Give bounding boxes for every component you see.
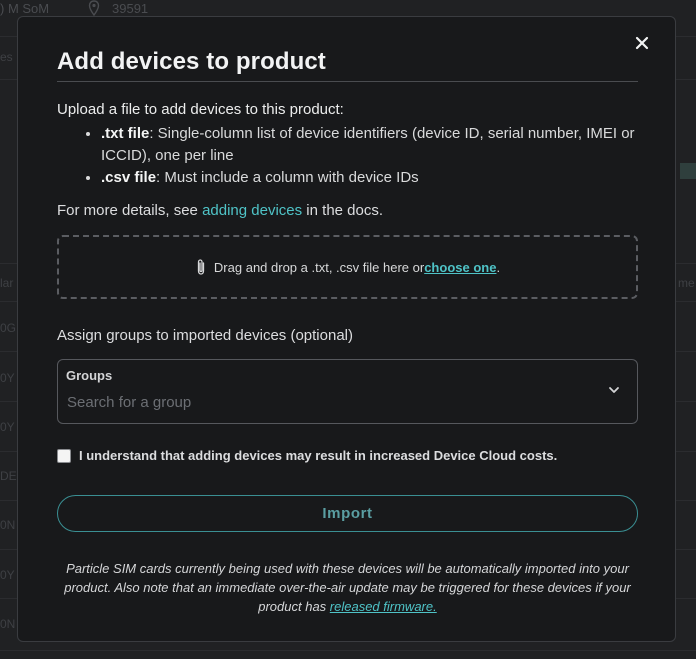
modal-title: Add devices to product <box>57 48 326 75</box>
assign-groups-label: Assign groups to imported devices (optio… <box>57 327 353 344</box>
close-button[interactable] <box>631 32 653 54</box>
acknowledge-checkbox[interactable] <box>57 448 71 463</box>
docs-prefix: For more details, see <box>57 202 203 219</box>
background-text: 0G <box>0 321 17 335</box>
background-text: 0Y <box>0 568 15 582</box>
add-devices-modal: Add devices to product Upload a file to … <box>17 16 676 642</box>
background-text: lar <box>0 276 14 290</box>
format-label: .txt file <box>101 125 150 142</box>
background-text: 0N <box>0 518 16 532</box>
sim-import-note: Particle SIM cards currently being used … <box>57 559 638 616</box>
background-chip <box>680 163 696 179</box>
list-item: .txt file: Single-column list of device … <box>101 123 642 167</box>
background-text: me <box>678 276 695 290</box>
background-divider <box>0 650 696 651</box>
import-button[interactable]: Import <box>57 495 638 532</box>
title-divider <box>57 81 638 82</box>
background-text: 0N <box>0 617 16 631</box>
docs-reference: For more details, see adding devices in … <box>57 202 383 219</box>
groups-select[interactable]: Groups <box>57 359 638 424</box>
background-text: es <box>0 50 13 64</box>
background-text: ) M SoM <box>0 1 50 16</box>
chevron-down-icon[interactable] <box>606 382 622 398</box>
file-format-list: .txt file: Single-column list of device … <box>57 123 642 189</box>
list-item: .csv file: Must include a column with de… <box>101 167 642 189</box>
cost-acknowledgement[interactable]: I understand that adding devices may res… <box>57 448 557 463</box>
dropzone-text: Drag and drop a .txt, .csv file here or <box>213 259 425 275</box>
docs-suffix: in the docs. <box>302 202 384 219</box>
choose-file-link[interactable]: choose one <box>424 260 496 275</box>
format-label: .csv file <box>101 169 157 186</box>
background-text: 0Y <box>0 420 15 434</box>
paperclip-icon <box>195 258 207 276</box>
group-search-input[interactable] <box>65 390 589 414</box>
dropzone-suffix: . <box>496 259 501 275</box>
acknowledge-label: I understand that adding devices may res… <box>79 448 558 463</box>
file-dropzone[interactable]: Drag and drop a .txt, .csv file here or … <box>57 235 638 299</box>
released-firmware-link[interactable]: released firmware. <box>330 599 437 614</box>
format-description: : Must include a column with device IDs <box>156 169 419 186</box>
adding-devices-link[interactable]: adding devices <box>202 202 302 219</box>
groups-field-label: Groups <box>66 368 113 383</box>
upload-instructions: Upload a file to add devices to this pro… <box>57 101 344 118</box>
format-description: : Single-column list of device identifie… <box>101 125 635 164</box>
close-icon <box>635 36 649 50</box>
location-pin-icon <box>88 0 100 16</box>
background-text: 39591 <box>112 1 149 16</box>
background-text: 0Y <box>0 371 15 385</box>
